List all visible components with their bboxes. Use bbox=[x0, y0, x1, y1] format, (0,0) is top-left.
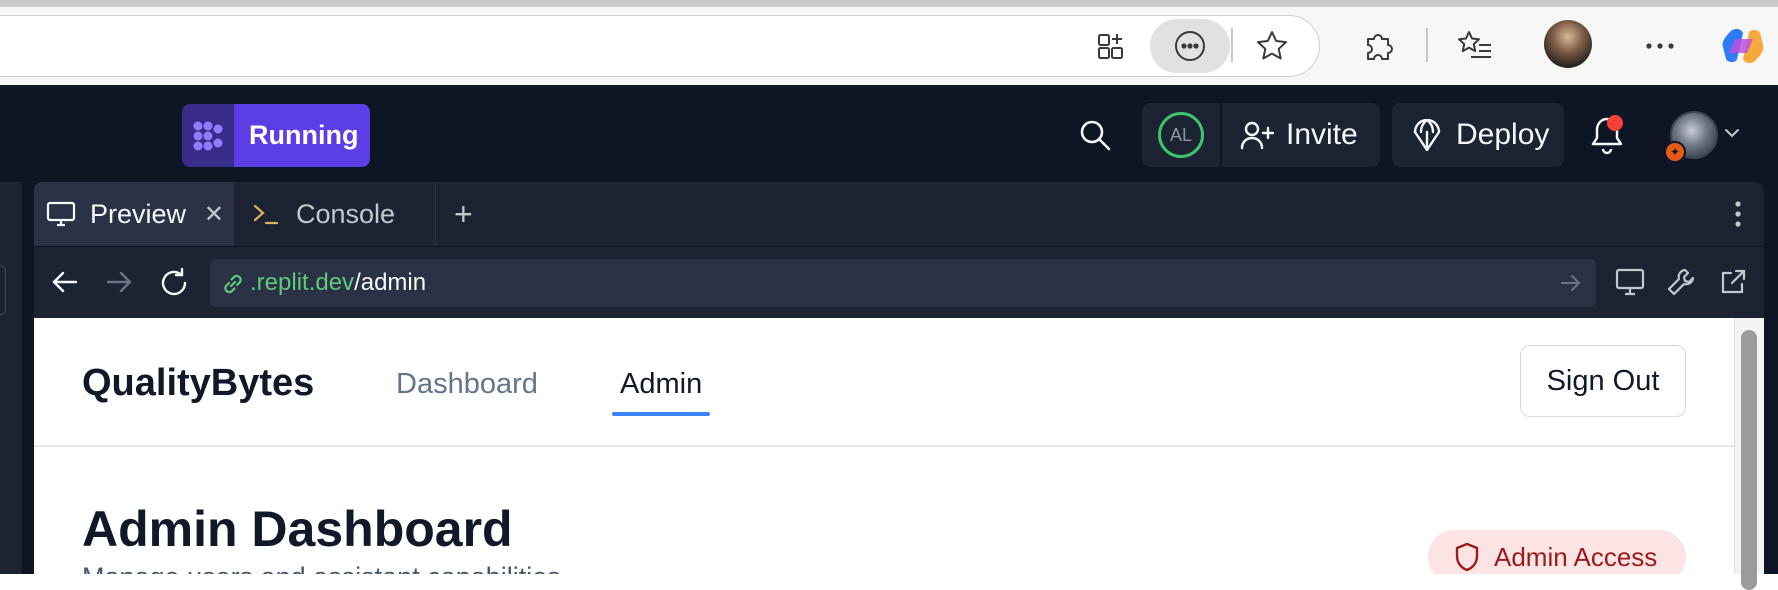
favorites-list-icon[interactable] bbox=[1456, 28, 1494, 64]
run-status-label: Running bbox=[234, 104, 370, 167]
add-app-icon[interactable] bbox=[1094, 28, 1130, 64]
add-tab-icon[interactable]: + bbox=[454, 196, 473, 233]
url-path: /admin bbox=[354, 269, 427, 296]
left-pane-control[interactable] bbox=[0, 265, 6, 315]
tab-preview-label: Preview bbox=[90, 198, 187, 229]
link-icon bbox=[220, 271, 246, 297]
terminal-icon bbox=[253, 204, 279, 225]
shield-icon bbox=[1455, 542, 1479, 572]
deploy-button[interactable]: Deploy bbox=[1392, 103, 1564, 167]
preview-nav-bar: .replit.dev/admin bbox=[34, 246, 1764, 318]
monitor-icon bbox=[46, 201, 76, 227]
device-preview-icon[interactable] bbox=[1614, 267, 1646, 297]
reload-icon[interactable] bbox=[158, 267, 190, 299]
preview-webpage: QualityBytes Dashboard Admin Sign Out Ad… bbox=[34, 318, 1734, 574]
preview-scrollbar-thumb[interactable] bbox=[1741, 330, 1757, 590]
more-dots-icon[interactable] bbox=[1172, 28, 1208, 64]
pane-tab-bar: Preview ✕ Console + bbox=[34, 182, 1764, 246]
sign-out-button[interactable]: Sign Out bbox=[1520, 345, 1686, 417]
tab-console[interactable]: Console bbox=[236, 182, 436, 246]
browser-tab-strip-edge bbox=[0, 0, 1778, 7]
collaborator-initials: AL bbox=[1158, 112, 1204, 158]
admin-access-badge: Admin Access bbox=[1428, 530, 1686, 574]
pane-menu-icon[interactable] bbox=[1734, 200, 1742, 228]
browser-profile-avatar[interactable] bbox=[1544, 20, 1592, 68]
browser-toolbar bbox=[0, 0, 1778, 85]
run-status-button[interactable]: Running bbox=[182, 104, 370, 167]
user-plan-badge-icon: ✦ bbox=[1664, 141, 1686, 163]
nav-link-admin[interactable]: Admin bbox=[611, 368, 711, 416]
tab-preview[interactable]: Preview ✕ bbox=[34, 182, 234, 246]
deploy-globe-icon bbox=[1413, 119, 1441, 151]
page-title: Admin Dashboard bbox=[82, 501, 513, 557]
favorite-star-icon[interactable] bbox=[1254, 28, 1290, 64]
url-host: .replit.dev bbox=[250, 269, 355, 296]
devtools-wrench-icon[interactable] bbox=[1666, 267, 1696, 297]
copilot-icon[interactable] bbox=[1720, 24, 1766, 68]
settings-more-icon[interactable] bbox=[1642, 28, 1678, 64]
header-divider bbox=[34, 445, 1734, 447]
close-icon[interactable]: ✕ bbox=[204, 200, 224, 229]
replit-logo-icon bbox=[182, 104, 234, 167]
collaborator-avatar[interactable]: AL bbox=[1142, 103, 1222, 167]
collaboration-group: AL Invite bbox=[1142, 103, 1380, 167]
toolbar-separator bbox=[1231, 28, 1233, 62]
back-arrow-icon[interactable] bbox=[50, 267, 80, 297]
invite-button[interactable]: Invite bbox=[1222, 103, 1380, 167]
extensions-puzzle-icon[interactable] bbox=[1360, 28, 1396, 64]
nav-link-dashboard[interactable]: Dashboard bbox=[396, 368, 538, 401]
deploy-label: Deploy bbox=[1456, 118, 1550, 151]
page-subtitle: Manage users and assistant capabilities bbox=[82, 562, 561, 574]
toolbar-separator bbox=[1426, 28, 1428, 62]
preview-url-field[interactable]: .replit.dev/admin bbox=[210, 259, 1596, 307]
go-arrow-icon[interactable] bbox=[1560, 273, 1582, 293]
admin-access-label: Admin Access bbox=[1494, 541, 1658, 572]
search-icon[interactable] bbox=[1078, 118, 1114, 154]
forward-arrow-icon[interactable] bbox=[104, 267, 134, 297]
left-pane-edge bbox=[0, 182, 22, 574]
chevron-down-icon[interactable] bbox=[1724, 127, 1740, 139]
app-brand[interactable]: QualityBytes bbox=[82, 362, 314, 405]
tab-console-label: Console bbox=[296, 198, 396, 229]
open-new-window-icon[interactable] bbox=[1718, 267, 1748, 297]
notification-indicator bbox=[1607, 115, 1623, 131]
invite-label: Invite bbox=[1286, 118, 1358, 151]
add-user-icon bbox=[1240, 121, 1274, 150]
